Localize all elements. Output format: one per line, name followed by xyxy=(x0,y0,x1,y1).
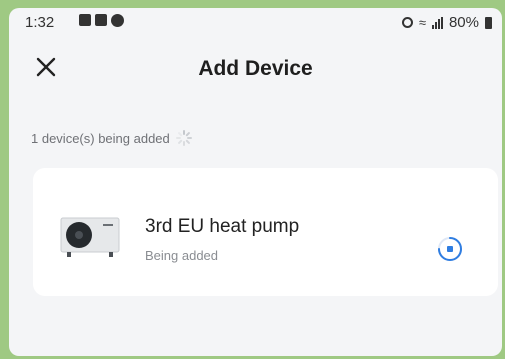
wifi-icon: ≈ xyxy=(418,15,426,30)
adding-status: 1 device(s) being added xyxy=(31,130,192,146)
signal-icon xyxy=(431,16,443,29)
alarm-icon xyxy=(401,17,413,28)
loading-spinner-icon xyxy=(175,130,192,146)
status-notification-icons xyxy=(79,14,124,27)
adding-status-text: 1 device(s) being added xyxy=(31,130,170,146)
page-header: Add Device xyxy=(9,48,502,88)
battery-percent: 80% xyxy=(448,14,479,31)
status-bar: 1:32 ≈ 80% xyxy=(9,8,502,34)
device-state: Being added xyxy=(145,248,219,263)
calendar-icon xyxy=(79,14,91,26)
status-time: 1:32 xyxy=(25,14,55,31)
device-card[interactable]: 3rd EU heat pump Being added xyxy=(33,168,498,296)
adding-progress-icon xyxy=(438,237,462,261)
app-notification-icon xyxy=(111,14,124,27)
battery-icon xyxy=(485,16,492,29)
message-icon xyxy=(95,14,107,26)
status-system-icons: ≈ 80% xyxy=(401,14,492,31)
page-title: Add Device xyxy=(198,57,313,80)
device-name: 3rd EU heat pump xyxy=(145,216,300,237)
phone-screen: 1:32 ≈ 80% Add Device 1 device(s) being … xyxy=(9,8,502,356)
heat-pump-image xyxy=(60,217,120,257)
